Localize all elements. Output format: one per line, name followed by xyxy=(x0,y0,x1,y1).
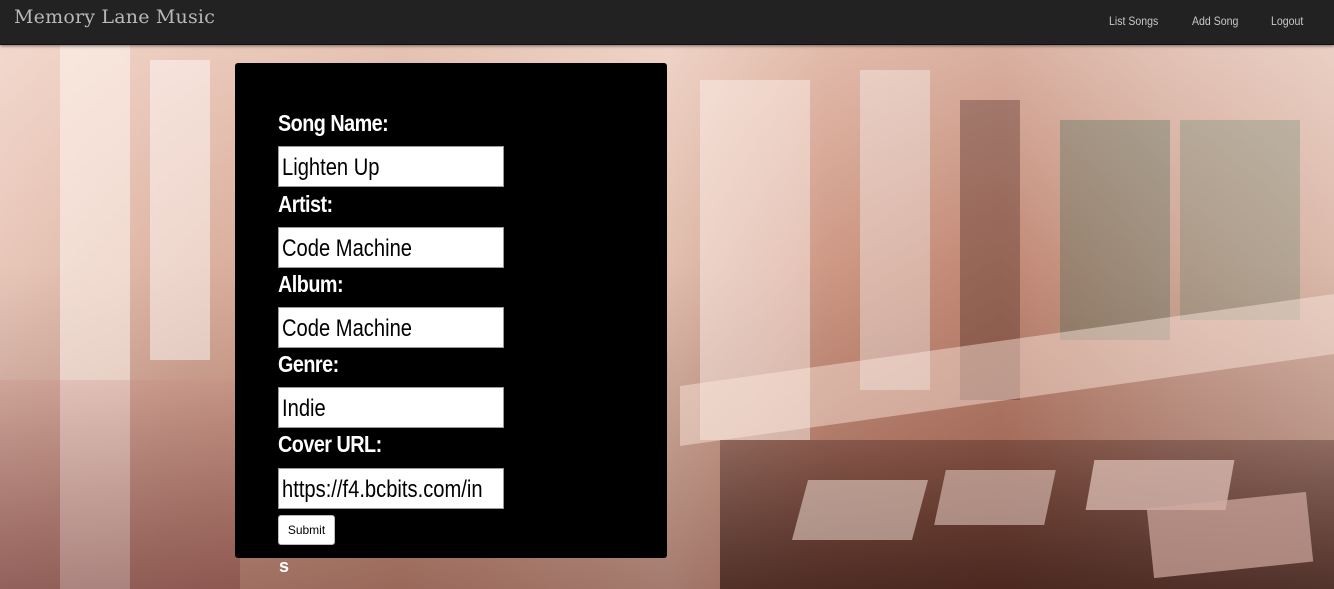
add-song-form: Song Name: Lighten Up Artist: Code Machi… xyxy=(235,63,667,558)
cover-url-value: https://f4.bcbits.com/in xyxy=(282,476,483,503)
brand-logo-text[interactable]: Memory Lane Music xyxy=(14,6,215,28)
artist-input[interactable]: Code Machine xyxy=(278,227,504,268)
artist-value: Code Machine xyxy=(282,235,413,262)
stray-text: s xyxy=(279,556,290,576)
album-label: Album: xyxy=(278,271,344,297)
genre-input[interactable]: Indie xyxy=(278,387,504,428)
album-value: Code Machine xyxy=(282,315,413,342)
song-name-value: Lighten Up xyxy=(282,154,380,181)
nav-link-add-song[interactable]: Add Song xyxy=(1192,14,1238,28)
nav-link-list-songs[interactable]: List Songs xyxy=(1109,14,1158,28)
record-store-background xyxy=(0,0,1334,589)
nav-link-logout[interactable]: Logout xyxy=(1271,14,1303,28)
song-name-label: Song Name: xyxy=(278,110,389,136)
artist-label: Artist: xyxy=(278,191,333,217)
submit-button[interactable]: Submit xyxy=(278,515,335,545)
genre-label: Genre: xyxy=(278,351,339,377)
cover-url-input[interactable]: https://f4.bcbits.com/in xyxy=(278,468,504,509)
album-input[interactable]: Code Machine xyxy=(278,307,504,348)
genre-value: Indie xyxy=(282,395,326,422)
nav-links: List Songs Add Song Logout xyxy=(1109,14,1308,28)
top-navbar: Memory Lane Music List Songs Add Song Lo… xyxy=(0,0,1334,45)
cover-url-label: Cover URL: xyxy=(278,431,382,457)
song-name-input[interactable]: Lighten Up xyxy=(278,146,504,187)
